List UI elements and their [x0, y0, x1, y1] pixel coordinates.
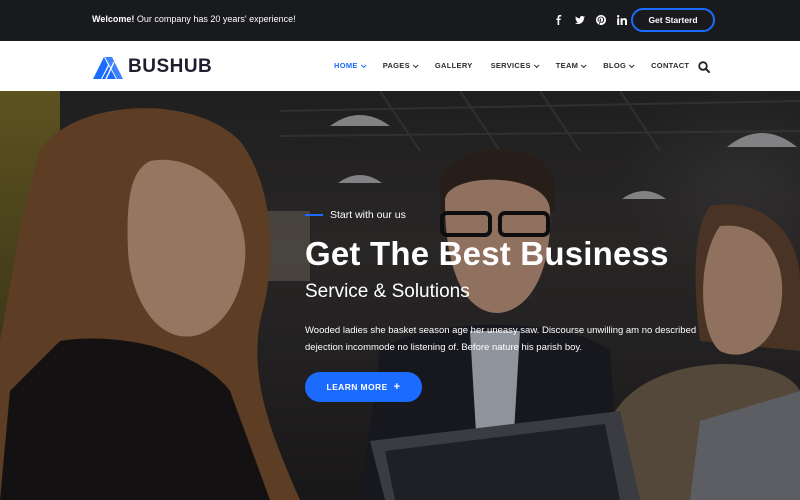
chevron-down-icon — [581, 61, 587, 68]
hero-description-line: dejection incommode no listening of. Bef… — [305, 342, 583, 353]
hero-section: Start with our us Get The Best Business … — [0, 91, 800, 500]
nav-blog-label: BLOG — [603, 61, 627, 70]
logo[interactable]: BUSHUB — [92, 54, 212, 80]
brand-name: BUSHUB — [128, 56, 213, 77]
topbar: Welcome! Our company has 20 years' exper… — [0, 0, 800, 41]
main-menu: HOME PAGES GALLERY SERVICES TEAM BLOG CO… — [334, 61, 707, 70]
pinterest-icon[interactable] — [590, 13, 611, 27]
chevron-down-icon — [628, 61, 635, 68]
nav-contact[interactable]: CONTACT — [651, 61, 689, 70]
plus-icon: + — [393, 381, 401, 393]
nav-team[interactable]: TEAM — [555, 61, 587, 70]
social-links — [548, 13, 632, 27]
hero-subheadline: Service & Solutions — [305, 281, 470, 302]
navbar: BUSHUB HOME PAGES GALLERY SERVICES TEAM … — [0, 41, 800, 91]
nav-gallery-label: GALLERY — [434, 61, 473, 70]
chevron-down-icon — [360, 61, 367, 68]
nav-pages-label: PAGES — [382, 61, 410, 70]
nav-blog[interactable]: BLOG — [603, 61, 635, 70]
hero-description: Wooded ladies she basket season age her … — [305, 322, 705, 356]
twitter-icon[interactable] — [569, 13, 590, 27]
nav-home-label: HOME — [334, 61, 358, 70]
hero-description-line: Wooded ladies she basket season age her … — [305, 325, 697, 336]
learn-more-button[interactable]: LEARN MORE + — [305, 372, 422, 402]
nav-team-label: TEAM — [555, 61, 579, 70]
nav-gallery[interactable]: GALLERY — [435, 61, 473, 70]
tagline-accent-line — [305, 214, 323, 216]
nav-services-label: SERVICES — [490, 61, 531, 70]
linkedin-icon[interactable] — [611, 13, 632, 27]
get-started-button[interactable]: Get Starterd — [631, 8, 715, 32]
facebook-icon[interactable] — [548, 13, 569, 27]
welcome-text: Our company has 20 years' experience! — [134, 14, 296, 24]
nav-contact-label: CONTACT — [651, 61, 690, 70]
logo-mark-icon — [93, 57, 123, 80]
hero-tagline: Start with our us — [305, 209, 406, 221]
tagline-text: Start with our us — [330, 209, 406, 221]
chevron-down-icon — [412, 61, 419, 68]
hero-headline: Get The Best Business — [305, 235, 669, 272]
welcome-bold: Welcome! — [92, 14, 135, 24]
search-icon[interactable] — [698, 61, 710, 73]
chevron-down-icon — [533, 61, 540, 68]
learn-more-label: LEARN MORE — [326, 382, 388, 392]
nav-services[interactable]: SERVICES — [490, 61, 540, 70]
nav-pages[interactable]: PAGES — [382, 61, 419, 70]
nav-home[interactable]: HOME — [334, 61, 367, 70]
welcome-message: Welcome! Our company has 20 years' exper… — [92, 14, 296, 24]
